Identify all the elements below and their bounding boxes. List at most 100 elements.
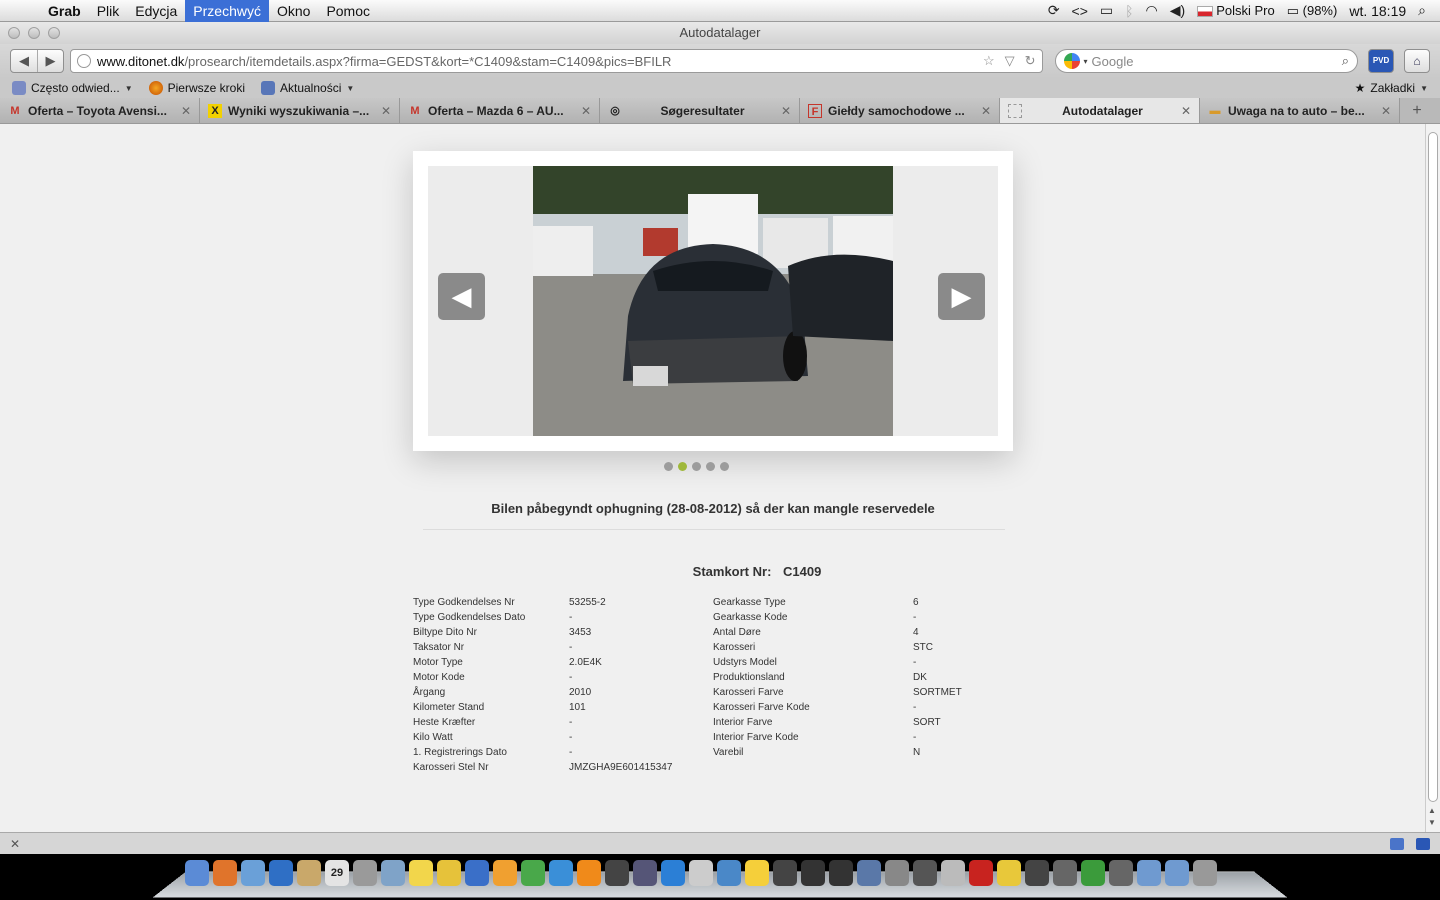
scrollbar-thumb[interactable] (1428, 132, 1438, 802)
tab-gieldy-samochodowe[interactable]: F Giełdy samochodowe ... ✕ (800, 98, 1000, 123)
site-identity-icon[interactable] (77, 54, 91, 68)
next-image-button[interactable]: ▶ (938, 273, 985, 320)
tab-wyniki-wyszukiwania[interactable]: X Wyniki wyszukiwania –... ✕ (200, 98, 400, 123)
ssh-icon[interactable] (913, 860, 937, 886)
close-tab-icon[interactable]: ✕ (1181, 104, 1191, 118)
close-addon-bar-icon[interactable]: ✕ (10, 837, 20, 851)
input-source-menu[interactable]: Polski Pro (1197, 3, 1275, 18)
sky-icon[interactable] (1081, 860, 1105, 886)
previous-image-button[interactable]: ◀ (438, 273, 485, 320)
wifi-icon[interactable]: ◠ (1146, 2, 1158, 19)
address-book-icon[interactable] (297, 860, 321, 886)
soccer-icon[interactable] (773, 860, 797, 886)
chat-icon[interactable] (1390, 837, 1404, 850)
google-engine-icon[interactable] (1063, 53, 1080, 69)
tab-sogeresultater[interactable]: ◎ Søgeresultater ✕ (600, 98, 800, 123)
home-button[interactable]: ⌂ (1404, 49, 1431, 73)
address-bar[interactable]: www.ditonet.dk /prosearch/itemdetails.as… (70, 49, 1043, 73)
back-button[interactable]: ◀ (11, 50, 37, 72)
tab-oferta-mazda[interactable]: M Oferta – Mazda 6 – AU... ✕ (400, 98, 600, 123)
new-tab-button[interactable]: + (1400, 98, 1434, 123)
folder2-icon[interactable] (1165, 860, 1189, 886)
numbers-icon[interactable] (521, 860, 545, 886)
bluetooth-icon[interactable]: ᛒ (1125, 3, 1133, 19)
pvp-icon[interactable] (605, 860, 629, 886)
utilities-icon[interactable] (1109, 860, 1133, 886)
reload-icon[interactable]: ↻ (1025, 53, 1036, 69)
zoom-window-button[interactable] (48, 27, 60, 39)
close-tab-icon[interactable]: ✕ (381, 104, 391, 118)
network-icon[interactable] (717, 860, 741, 886)
gallery-dot[interactable] (706, 462, 715, 471)
scroll-up-arrow-icon[interactable]: ▲ (1428, 806, 1436, 815)
preview2-icon[interactable] (381, 860, 405, 886)
pages-icon[interactable] (493, 860, 517, 886)
calculator-icon[interactable] (353, 860, 377, 886)
forward-button[interactable]: ▶ (37, 50, 63, 72)
bookmark-getting-started[interactable]: Pierwsze kroki (148, 81, 245, 95)
bookmarks-menu-button[interactable]: ★ Zakładki ▼ (1355, 81, 1428, 95)
folder-icon[interactable] (1137, 860, 1161, 886)
menu-przechwyc[interactable]: Przechwyć (185, 0, 269, 22)
bookmark-frequent[interactable]: Często odwied... ▼ (12, 81, 133, 95)
scroll-down-arrow-icon[interactable]: ▼ (1428, 818, 1436, 827)
word-icon[interactable] (465, 860, 489, 886)
engine-dropdown-icon[interactable]: ▾ (1084, 57, 1088, 66)
stickies-icon[interactable] (409, 860, 433, 886)
close-tab-icon[interactable]: ✕ (581, 104, 591, 118)
x11-icon[interactable] (1025, 860, 1049, 886)
history-dropdown-icon[interactable]: ▽ (1005, 53, 1015, 69)
spotlight-search-icon[interactable]: ⌕ (1418, 2, 1426, 19)
keychain-icon[interactable] (941, 860, 965, 886)
search-icon[interactable]: ⌕ (1342, 53, 1349, 69)
menu-okno[interactable]: Okno (269, 0, 318, 22)
gallery-dot[interactable] (720, 462, 729, 471)
search-bar[interactable]: ▾ Google ⌕ (1054, 49, 1359, 73)
iphone-icon[interactable] (689, 860, 713, 886)
tab-oferta-toyota[interactable]: M Oferta – Toyota Avensi... ✕ (0, 98, 200, 123)
close-tab-icon[interactable]: ✕ (981, 104, 991, 118)
filezilla-icon[interactable] (969, 860, 993, 886)
clock[interactable]: wt. 18:19 (1349, 3, 1406, 19)
minimize-window-button[interactable] (28, 27, 40, 39)
gallery-dot[interactable] (692, 462, 701, 471)
display-icon[interactable]: ▭ (1100, 2, 1113, 19)
itunes-icon[interactable] (549, 860, 573, 886)
vlc-icon[interactable] (577, 860, 601, 886)
close-tab-icon[interactable]: ✕ (181, 104, 191, 118)
close-window-button[interactable] (8, 27, 20, 39)
gallery-dot[interactable] (678, 462, 687, 471)
preview-icon[interactable] (241, 860, 265, 886)
close-tab-icon[interactable]: ✕ (781, 104, 791, 118)
pvd-status-icon[interactable] (1416, 837, 1430, 850)
banana-icon[interactable] (997, 860, 1021, 886)
fl-icon[interactable] (745, 860, 769, 886)
clapper2-icon[interactable] (829, 860, 853, 886)
menu-edycja[interactable]: Edycja (127, 0, 185, 22)
menu-pomoc[interactable]: Pomoc (318, 0, 378, 22)
menu-plik[interactable]: Plik (89, 0, 128, 22)
trash-icon[interactable] (1193, 860, 1217, 886)
time-machine-icon[interactable]: ⟳ (1048, 2, 1060, 19)
finder-icon[interactable] (185, 860, 209, 886)
bookmark-star-icon[interactable]: ☆ (983, 53, 995, 69)
grab-icon[interactable] (885, 860, 909, 886)
bookmark-news[interactable]: Aktualności ▼ (261, 81, 354, 95)
safari-icon[interactable] (269, 860, 293, 886)
hat-icon[interactable] (1053, 860, 1077, 886)
tab-uwaga-na-to-auto[interactable]: ▬ Uwaga na to auto – be... ✕ (1200, 98, 1400, 123)
mplayer-icon[interactable] (633, 860, 657, 886)
tab-autodatalager[interactable]: Autodatalager ✕ (1000, 98, 1200, 123)
menu-app-grab[interactable]: Grab (40, 0, 89, 22)
textedit-icon[interactable] (857, 860, 881, 886)
gallery-dot[interactable] (664, 462, 673, 471)
volume-icon[interactable]: ◀) (1170, 2, 1185, 19)
code-icon[interactable]: <> (1072, 3, 1088, 19)
battery-status[interactable]: ▭ (98%) (1287, 3, 1338, 19)
vertical-scrollbar[interactable]: ▲ ▼ (1425, 124, 1440, 832)
pvd-addon-button[interactable]: PVD (1368, 49, 1395, 73)
quicktime-icon[interactable] (661, 860, 685, 886)
clapper-icon[interactable] (801, 860, 825, 886)
firefox-icon[interactable] (213, 860, 237, 886)
close-tab-icon[interactable]: ✕ (1381, 104, 1391, 118)
